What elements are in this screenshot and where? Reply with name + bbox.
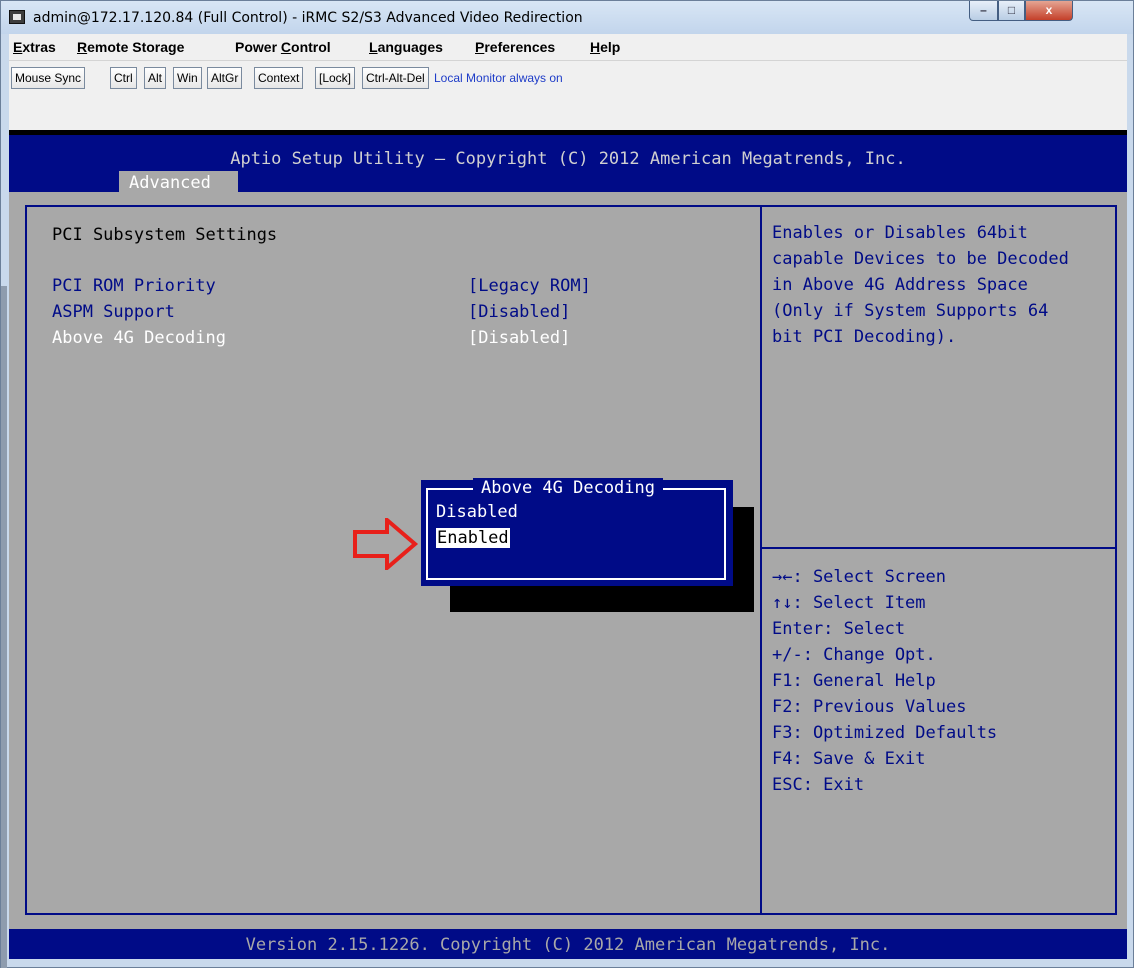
- close-button[interactable]: x: [1025, 1, 1073, 21]
- option-disabled[interactable]: Disabled: [436, 502, 518, 522]
- key-help-enter: Enter: Select: [772, 619, 906, 639]
- alt-button[interactable]: Alt: [144, 67, 167, 89]
- bios-title: Aptio Setup Utility – Copyright (C) 2012…: [230, 149, 906, 169]
- menu-languages[interactable]: Languages: [369, 39, 443, 55]
- value-aspm-support[interactable]: [Disabled]: [468, 302, 570, 322]
- context-button[interactable]: Context: [254, 67, 304, 89]
- altgr-button[interactable]: AltGr: [207, 67, 243, 89]
- setting-aspm-support[interactable]: ASPM Support: [52, 302, 175, 322]
- popup-title: Above 4G Decoding: [473, 478, 663, 498]
- maximize-icon: □: [1007, 3, 1016, 17]
- help-divider: [762, 547, 1117, 549]
- section-title: PCI Subsystem Settings: [52, 225, 278, 245]
- menu-bar: Extras Remote Storage Power Control Lang…: [9, 34, 1127, 61]
- window-title: admin@172.17.120.84 (Full Control) - iRM…: [33, 10, 583, 26]
- menu-power-control[interactable]: Power Control: [235, 39, 331, 55]
- tab-advanced[interactable]: Advanced: [119, 171, 238, 196]
- help-panel: Enables or Disables 64bit capable Device…: [760, 205, 1117, 915]
- menu-preferences[interactable]: Preferences: [475, 39, 555, 55]
- monitor-status: Local Monitor always on: [434, 71, 563, 85]
- minimize-button[interactable]: –: [969, 1, 998, 21]
- menu-remote-storage[interactable]: Remote Storage: [77, 39, 184, 55]
- popup-frame: Above 4G Decoding Disabled Enabled: [426, 478, 726, 580]
- help-line: in Above 4G Address Space: [772, 275, 1028, 295]
- close-icon: x: [1045, 3, 1053, 17]
- key-help-select-screen: →←: Select Screen: [772, 567, 946, 587]
- value-pci-rom-priority[interactable]: [Legacy ROM]: [468, 276, 591, 296]
- key-help-change-opt: +/-: Change Opt.: [772, 645, 936, 665]
- setting-above-4g-decoding[interactable]: Above 4G Decoding: [52, 328, 226, 348]
- key-help-select-item: ↑↓: Select Item: [772, 593, 926, 613]
- app-window: admin@172.17.120.84 (Full Control) - iRM…: [0, 0, 1134, 968]
- help-line: Enables or Disables 64bit: [772, 223, 1028, 243]
- maximize-button[interactable]: □: [998, 1, 1025, 21]
- lock-button[interactable]: [Lock]: [315, 67, 356, 89]
- value-above-4g-decoding[interactable]: [Disabled]: [468, 328, 570, 348]
- bios-header: Aptio Setup Utility – Copyright (C) 2012…: [9, 130, 1127, 196]
- setting-pci-rom-priority[interactable]: PCI ROM Priority: [52, 276, 216, 296]
- menu-help[interactable]: Help: [590, 39, 620, 55]
- help-line: bit PCI Decoding).: [772, 327, 957, 347]
- bios-footer: Version 2.15.1226. Copyright (C) 2012 Am…: [9, 929, 1127, 959]
- key-help-esc: ESC: Exit: [772, 775, 865, 795]
- minimize-icon: –: [980, 3, 987, 17]
- key-help-f1: F1: General Help: [772, 671, 936, 691]
- title-bar[interactable]: admin@172.17.120.84 (Full Control) - iRM…: [1, 1, 1133, 34]
- key-help-f3: F3: Optimized Defaults: [772, 723, 998, 743]
- key-help-f4: F4: Save & Exit: [772, 749, 926, 769]
- help-line: capable Devices to be Decoded: [772, 249, 1069, 269]
- bios-screen[interactable]: Aptio Setup Utility – Copyright (C) 2012…: [9, 130, 1127, 959]
- mouse-sync-button[interactable]: Mouse Sync: [11, 67, 86, 89]
- help-line: (Only if System Supports 64: [772, 301, 1049, 321]
- option-popup: Above 4G Decoding Disabled Enabled: [421, 478, 733, 586]
- win-button[interactable]: Win: [173, 67, 202, 89]
- version-text: Version 2.15.1226. Copyright (C) 2012 Am…: [245, 935, 891, 955]
- option-enabled[interactable]: Enabled: [436, 528, 510, 548]
- toolbar: Mouse Sync Ctrl Alt Win AltGr Context [L…: [9, 61, 1127, 130]
- menu-extras[interactable]: Extras: [13, 39, 56, 55]
- ctrl-button[interactable]: Ctrl: [110, 67, 137, 89]
- ctrl-alt-del-button[interactable]: Ctrl-Alt-Del: [362, 67, 429, 89]
- key-help-f2: F2: Previous Values: [772, 697, 967, 717]
- app-icon: [9, 10, 25, 24]
- window-edge: [1, 286, 7, 968]
- red-arrow-icon: [353, 518, 419, 570]
